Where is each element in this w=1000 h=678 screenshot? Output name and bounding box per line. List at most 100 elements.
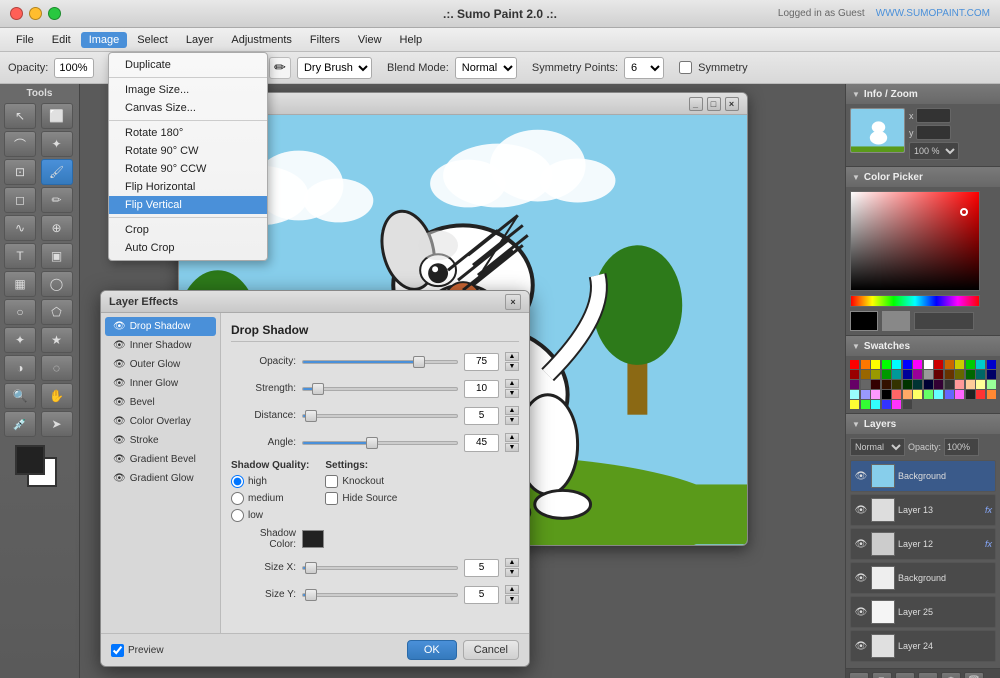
layer-eye-4[interactable]: 👁 (854, 605, 868, 619)
swatch-14[interactable] (850, 370, 859, 379)
maximize-button[interactable] (48, 7, 61, 20)
layer-item-5[interactable]: 👁Layer 24 (850, 630, 996, 662)
layer-opacity-input[interactable] (944, 438, 979, 456)
layers-header[interactable]: ▼ Layers (846, 414, 1000, 434)
dialog-sidebar-item-bevel[interactable]: 👁 Bevel (105, 393, 216, 412)
quality-low-radio[interactable]: low (231, 509, 309, 522)
window-controls[interactable] (10, 7, 61, 20)
tool-dodge[interactable]: ◑ (4, 355, 36, 381)
menu-filters[interactable]: Filters (302, 32, 348, 48)
dialog-sidebar-item-stroke[interactable]: 👁 Stroke (105, 431, 216, 450)
swatch-50[interactable] (934, 390, 943, 399)
tool-shape[interactable]: ◯ (41, 271, 73, 297)
opacity-slider-thumb[interactable] (413, 356, 425, 368)
swatch-59[interactable] (882, 400, 891, 409)
dialog-sidebar-item-gradient-bevel[interactable]: 👁 Gradient Bevel (105, 450, 216, 469)
minimize-button[interactable] (29, 7, 42, 20)
tool-path[interactable]: ✦ (4, 327, 36, 353)
size-y-spinner[interactable]: ▲ ▼ (505, 585, 519, 604)
swatch-0[interactable] (850, 360, 859, 369)
swatch-28[interactable] (850, 380, 859, 389)
opacity-down[interactable]: ▼ (505, 362, 519, 371)
swatch-9[interactable] (945, 360, 954, 369)
tool-hand[interactable]: ✋ (41, 383, 73, 409)
distance-up[interactable]: ▲ (505, 406, 519, 415)
menu-view[interactable]: View (350, 32, 390, 48)
swatch-21[interactable] (924, 370, 933, 379)
tool-smudge[interactable]: ∿ (4, 215, 36, 241)
size-x-thumb[interactable] (305, 562, 317, 574)
shadow-color-swatch[interactable] (302, 530, 324, 548)
strength-slider-thumb[interactable] (312, 383, 324, 395)
menu-item-flip-horizontal[interactable]: Flip Horizontal (109, 178, 267, 196)
color-picker-header[interactable]: ▼ Color Picker (846, 167, 1000, 187)
swatch-3[interactable] (882, 360, 891, 369)
swatch-48[interactable] (913, 390, 922, 399)
size-y-down[interactable]: ▼ (505, 595, 519, 604)
move-up-button[interactable]: ↑ (895, 672, 915, 678)
swatch-30[interactable] (871, 380, 880, 389)
swatch-44[interactable] (871, 390, 880, 399)
opacity-spinner[interactable]: ▲ ▼ (505, 352, 519, 371)
angle-up[interactable]: ▲ (505, 433, 519, 442)
tool-crop[interactable]: ⊡ (4, 159, 36, 185)
tool-star[interactable]: ★ (41, 327, 73, 353)
foreground-color-swatch[interactable] (15, 445, 45, 475)
swatch-1[interactable] (861, 360, 870, 369)
fg-color-swatch[interactable] (850, 311, 878, 331)
tool-polygon[interactable]: ⬠ (41, 299, 73, 325)
menu-item-rotate-90--ccw[interactable]: Rotate 90° CCW (109, 160, 267, 178)
angle-spinner[interactable]: ▲ ▼ (505, 433, 519, 452)
size-x-up[interactable]: ▲ (505, 558, 519, 567)
layer-eye-0[interactable]: 👁 (854, 469, 868, 483)
close-button[interactable] (10, 7, 23, 20)
menu-help[interactable]: Help (392, 32, 431, 48)
strength-spinner[interactable]: ▲ ▼ (505, 379, 519, 398)
bg-color-swatch[interactable] (882, 311, 910, 331)
tool-gradient[interactable]: ▦ (4, 271, 36, 297)
tool-pencil[interactable]: ✏ (41, 187, 73, 213)
layer-eye-1[interactable]: 👁 (854, 503, 868, 517)
swatch-57[interactable] (861, 400, 870, 409)
swatch-23[interactable] (945, 370, 954, 379)
canvas-window-buttons[interactable]: _ □ × (689, 97, 739, 111)
canvas-close[interactable]: × (725, 97, 739, 111)
swatch-15[interactable] (861, 370, 870, 379)
swatch-41[interactable] (987, 380, 996, 389)
swatch-54[interactable] (976, 390, 985, 399)
swatch-19[interactable] (903, 370, 912, 379)
delete-layer-button[interactable]: 🗑 (964, 672, 984, 678)
distance-slider-thumb[interactable] (305, 410, 317, 422)
layer-item-2[interactable]: 👁Layer 12fx (850, 528, 996, 560)
swatch-25[interactable] (966, 370, 975, 379)
layer-eye-2[interactable]: 👁 (854, 537, 868, 551)
swatch-6[interactable] (913, 360, 922, 369)
swatch-42[interactable] (850, 390, 859, 399)
swatch-37[interactable] (945, 380, 954, 389)
swatch-47[interactable] (903, 390, 912, 399)
canvas-maximize[interactable]: □ (707, 97, 721, 111)
swatch-35[interactable] (924, 380, 933, 389)
swatch-29[interactable] (861, 380, 870, 389)
swatch-2[interactable] (871, 360, 880, 369)
tool-eraser[interactable]: ◻ (4, 187, 36, 213)
swatch-11[interactable] (966, 360, 975, 369)
knockout-checkbox[interactable]: Knockout (325, 475, 397, 488)
new-layer-button[interactable]: + (849, 672, 869, 678)
swatch-36[interactable] (934, 380, 943, 389)
preview-checkbox[interactable] (111, 644, 124, 657)
swatch-27[interactable] (987, 370, 996, 379)
x-input[interactable] (916, 108, 951, 123)
menu-file[interactable]: File (8, 32, 42, 48)
swatch-22[interactable] (934, 370, 943, 379)
opacity-slider[interactable] (302, 360, 458, 364)
brush-select[interactable]: Dry Brush (297, 57, 372, 79)
tool-eyedropper[interactable]: 💉 (4, 411, 36, 437)
menu-select[interactable]: Select (129, 32, 176, 48)
tool-blur[interactable]: ◌ (41, 355, 73, 381)
opacity-up[interactable]: ▲ (505, 352, 519, 361)
color-gradient[interactable] (850, 191, 980, 291)
duplicate-layer-button[interactable]: ⧉ (872, 672, 892, 678)
swatch-61[interactable] (903, 400, 912, 409)
swatch-13[interactable] (987, 360, 996, 369)
